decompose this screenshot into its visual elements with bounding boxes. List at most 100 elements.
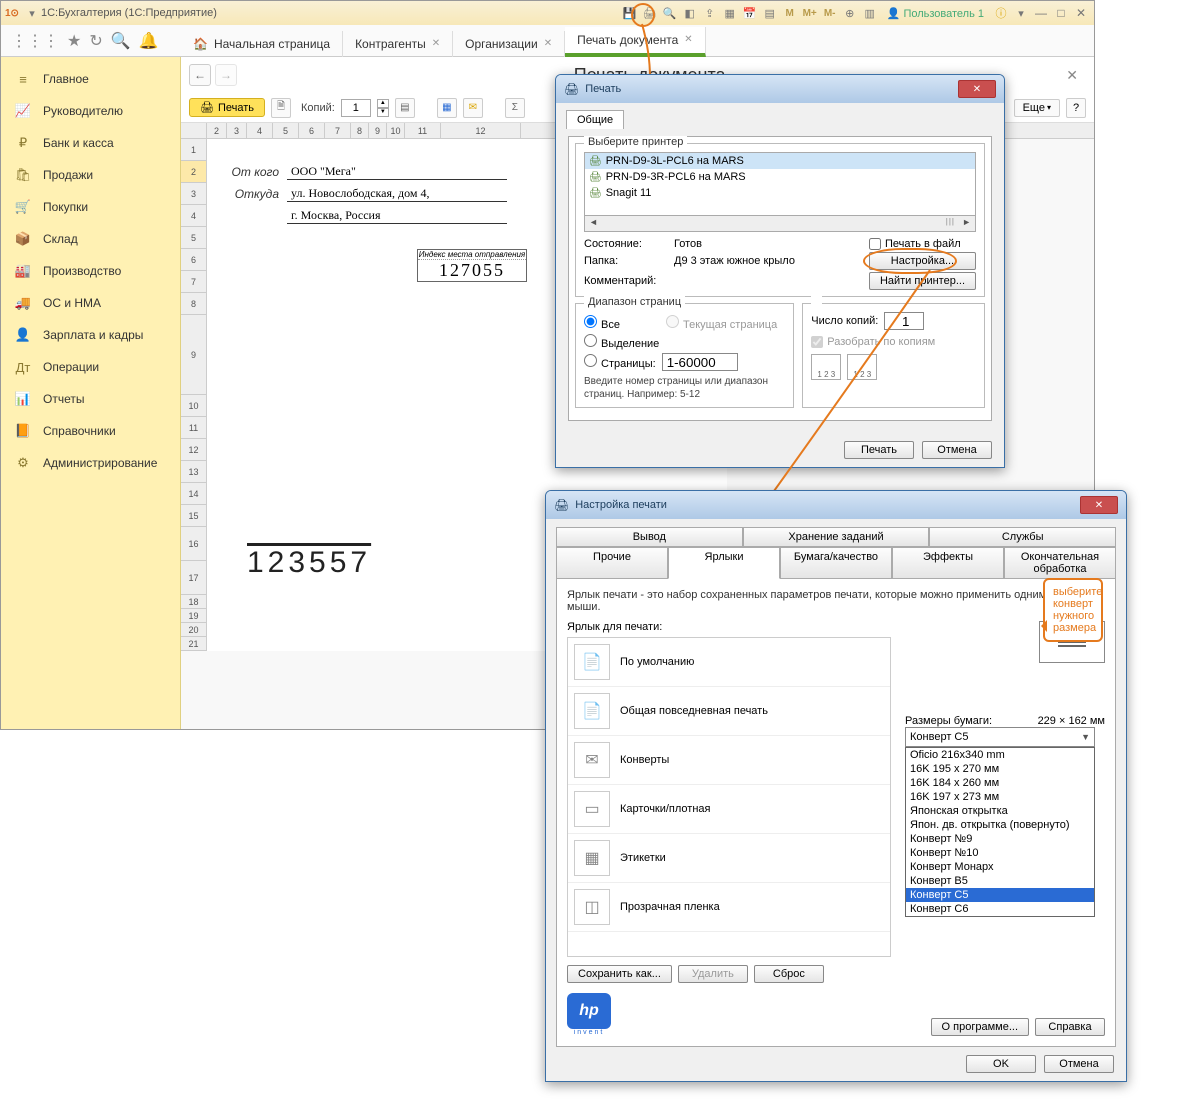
search-icon[interactable]: 🔍 — [111, 31, 131, 51]
help-button[interactable]: ? — [1066, 98, 1086, 118]
option[interactable]: Конверт B5 — [906, 874, 1094, 888]
print-icon[interactable]: 🖨 — [641, 4, 659, 22]
sidebar-item-salary[interactable]: 👤Зарплата и кадры — [1, 319, 180, 351]
option[interactable]: Конверт C5 — [906, 888, 1094, 902]
close-icon[interactable]: ✕ — [1072, 5, 1090, 21]
save-as-button[interactable]: Сохранить как... — [567, 965, 672, 983]
calendar-icon[interactable]: 📅 — [741, 4, 759, 22]
shortcut-item[interactable]: ◫Прозрачная пленка — [568, 883, 890, 932]
close-icon[interactable]: ✕ — [432, 38, 440, 49]
forward-button[interactable]: → — [215, 64, 237, 86]
tab-paper-quality[interactable]: Бумага/качество — [780, 547, 892, 579]
option[interactable]: Конверт №10 — [906, 846, 1094, 860]
dialog-print-button[interactable]: Печать — [844, 441, 914, 459]
tab-orgs[interactable]: Организации✕ — [453, 31, 565, 57]
sidebar-item-reports[interactable]: 📊Отчеты — [1, 383, 180, 415]
option[interactable]: Конверт C6 — [906, 902, 1094, 916]
sidebar-item-manager[interactable]: 📈Руководителю — [1, 95, 180, 127]
star-icon[interactable]: ★ — [67, 31, 81, 51]
option[interactable]: 16K 197 x 273 мм — [906, 790, 1094, 804]
grid-icon[interactable]: ▦ — [721, 4, 739, 22]
more-button[interactable]: Еще▾ — [1014, 99, 1060, 117]
help-button[interactable]: Справка — [1035, 1018, 1105, 1036]
apps-icon[interactable]: ⋮⋮⋮ — [11, 31, 59, 51]
option[interactable]: Конверт DL — [906, 916, 1094, 917]
option[interactable]: 16K 184 x 260 мм — [906, 776, 1094, 790]
tab-contragents[interactable]: Контрагенты✕ — [343, 31, 453, 57]
range-all-radio[interactable]: Все — [584, 315, 620, 331]
option[interactable]: Oficio 216x340 mm — [906, 748, 1094, 762]
upload-icon[interactable]: ⇪ — [701, 4, 719, 22]
range-pages-input[interactable] — [662, 353, 738, 371]
shortcut-item[interactable]: ▭Карточки/плотная — [568, 785, 890, 834]
sidebar-item-sales[interactable]: 🛍Продажи — [1, 159, 180, 191]
shortcut-item[interactable]: 📄По умолчанию — [568, 638, 890, 687]
preview-icon[interactable]: 🔍 — [661, 4, 679, 22]
print-button[interactable]: Печать — [189, 98, 265, 117]
sidebar-item-purchases[interactable]: 🛒Покупки — [1, 191, 180, 223]
shortcut-list[interactable]: 📄По умолчанию 📄Общая повседневная печать… — [567, 637, 891, 957]
bell-icon[interactable]: 🔔 — [139, 31, 159, 51]
maximize-icon[interactable]: □ — [1052, 5, 1070, 21]
close-icon[interactable]: ✕ — [684, 34, 692, 45]
copies-input[interactable] — [341, 99, 371, 117]
info-icon[interactable]: ⓘ — [992, 4, 1010, 22]
tab-finishing[interactable]: Окончательная обработка — [1004, 547, 1116, 579]
printer-list[interactable]: 🖨PRN-D9-3L-PCL6 на MARS 🖨PRN-D9-3R-PCL6 … — [584, 152, 976, 216]
sidebar-item-stock[interactable]: 📦Склад — [1, 223, 180, 255]
save-pdf-icon[interactable]: 🗎 — [271, 98, 291, 118]
info-drop-icon[interactable]: ▾ — [1012, 4, 1030, 22]
tab-print-doc[interactable]: Печать документа✕ — [565, 27, 706, 57]
minimize-icon[interactable]: — — [1032, 5, 1050, 21]
range-selection-radio[interactable]: Выделение — [584, 334, 659, 350]
user-label[interactable]: 👤 Пользователь 1 — [887, 7, 984, 20]
sidebar-item-ops[interactable]: ДтОперации — [1, 351, 180, 383]
tab-other[interactable]: Прочие — [556, 547, 668, 579]
shortcut-item[interactable]: ▦Этикетки — [568, 834, 890, 883]
close-button[interactable]: ✕ — [958, 80, 996, 98]
dropdown-icon[interactable]: ▾ — [23, 4, 41, 22]
option[interactable]: Япон. дв. открытка (повернуто) — [906, 818, 1094, 832]
sidebar-item-admin[interactable]: ⚙Администрирование — [1, 447, 180, 479]
reset-button[interactable]: Сброс — [754, 965, 824, 983]
settings-button[interactable]: Настройка... — [869, 252, 976, 270]
ok-button[interactable]: OK — [966, 1055, 1036, 1073]
tab-output[interactable]: Вывод — [556, 527, 743, 547]
find-printer-button[interactable]: Найти принтер... — [869, 272, 976, 290]
tab-home[interactable]: Начальная страница — [181, 31, 343, 57]
paper-size-select[interactable]: Конверт C5▼ — [905, 727, 1095, 747]
scrollbar-horizontal[interactable]: ◄► — [584, 216, 976, 232]
dialog-cancel-button[interactable]: Отмена — [922, 441, 992, 459]
tab-services[interactable]: Службы — [929, 527, 1116, 547]
option[interactable]: 16K 195 x 270 мм — [906, 762, 1094, 776]
sum-icon[interactable]: Σ — [505, 98, 525, 118]
sidebar-item-bank[interactable]: ₽Банк и касса — [1, 127, 180, 159]
sidebar-item-assets[interactable]: 🚚ОС и НМА — [1, 287, 180, 319]
mminus-icon[interactable]: M- — [821, 4, 839, 22]
paper-size-dropdown[interactable]: Oficio 216x340 mm 16K 195 x 270 мм 16K 1… — [905, 747, 1095, 917]
copies-spinner[interactable]: ▲▼ — [377, 99, 389, 117]
compare-icon[interactable]: ◧ — [681, 4, 699, 22]
option[interactable]: Конверт Монарх — [906, 860, 1094, 874]
range-pages-radio[interactable]: Страницы: — [584, 354, 656, 370]
tab-job-storage[interactable]: Хранение заданий — [743, 527, 930, 547]
printer-item[interactable]: 🖨Snagit 11 — [585, 185, 975, 201]
sidebar-item-main[interactable]: ≡Главное — [1, 63, 180, 95]
tab-general[interactable]: Общие — [566, 110, 624, 129]
tab-effects[interactable]: Эффекты — [892, 547, 1004, 579]
history-icon[interactable]: ↻ — [89, 31, 102, 51]
m-icon[interactable]: M — [781, 4, 799, 22]
shortcut-item[interactable]: ✉Конверты — [568, 736, 890, 785]
back-button[interactable]: ← — [189, 64, 211, 86]
option[interactable]: Конверт №9 — [906, 832, 1094, 846]
template-icon[interactable]: ▤ — [395, 98, 415, 118]
about-button[interactable]: О программе... — [931, 1018, 1029, 1036]
shortcut-item[interactable]: 📄Общая повседневная печать — [568, 687, 890, 736]
printer-item[interactable]: 🖨PRN-D9-3L-PCL6 на MARS — [585, 153, 975, 169]
save-icon[interactable]: 💾 — [621, 4, 639, 22]
mail-icon[interactable]: ✉ — [463, 98, 483, 118]
excel-icon[interactable]: ▦ — [437, 98, 457, 118]
option[interactable]: Японская открытка — [906, 804, 1094, 818]
tab-shortcuts[interactable]: Ярлыки — [668, 547, 780, 579]
close-icon[interactable]: ✕ — [544, 38, 552, 49]
